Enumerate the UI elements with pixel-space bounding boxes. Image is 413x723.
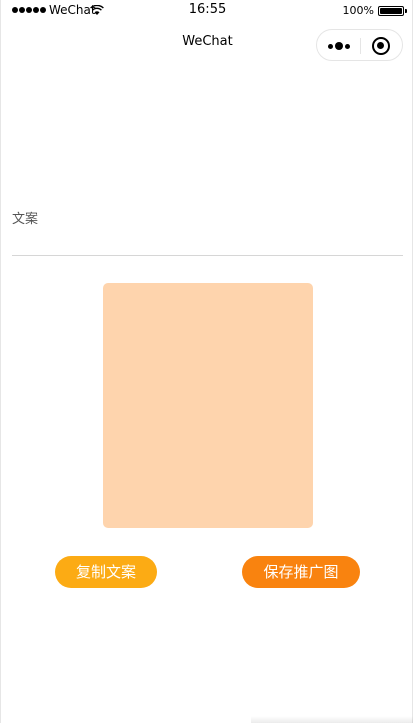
save-poster-button[interactable]: 保存推广图 [242, 556, 360, 588]
mini-program-capsule [316, 29, 403, 61]
bottom-shadow [251, 716, 413, 723]
copy-text-label: 文案 [12, 212, 39, 227]
close-icon[interactable] [372, 37, 390, 55]
phone-frame: WeChat 16:55 100% WeChat 文案 复制文案 保存推广图 [0, 0, 413, 723]
battery-percent: 100% [342, 4, 374, 17]
promo-poster-image [103, 283, 313, 528]
status-bar: WeChat 16:55 100% [1, 0, 413, 22]
battery-icon [378, 6, 407, 16]
capsule-divider [360, 38, 361, 54]
copy-text-underline [12, 255, 403, 256]
more-icon[interactable] [327, 40, 351, 52]
copy-text-button[interactable]: 复制文案 [55, 556, 157, 588]
